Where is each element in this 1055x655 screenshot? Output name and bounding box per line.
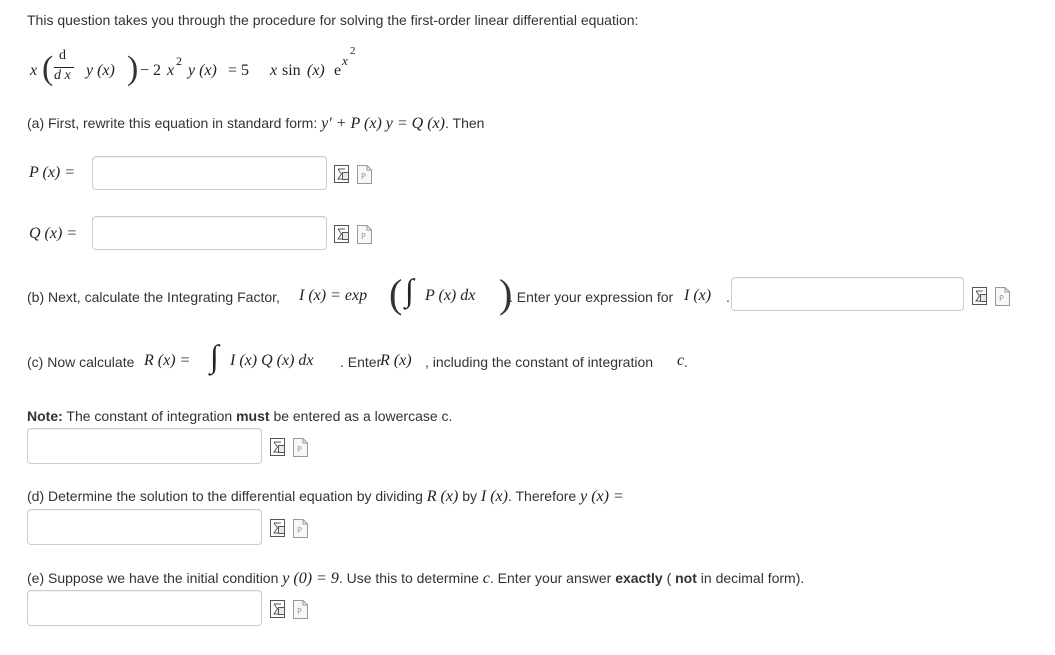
part-b-dot: .: [726, 289, 730, 305]
note-text2: be entered as a lowercase c.: [273, 408, 453, 424]
part-c-rx-eq: R (x) =: [144, 352, 191, 369]
eq-y-of-x: y (x): [86, 62, 115, 79]
equation-editor-icon[interactable]: [270, 519, 286, 538]
part-b-line: (b) Next, calculate the Integrating Fact…: [27, 270, 737, 320]
svg-text:P: P: [297, 526, 302, 535]
eq-d-bottom: d x: [54, 68, 71, 83]
part-a-then: . Then: [444, 115, 485, 131]
part-e-use: . Use this to determine: [338, 570, 479, 586]
eq-paren-open: (: [42, 50, 54, 87]
part-c-dot: .: [684, 354, 688, 370]
part-c-rx: R (x): [380, 352, 412, 369]
svg-text:P: P: [297, 607, 302, 616]
equation-editor-icon[interactable]: [270, 438, 286, 457]
part-c-line: (c) Now calculate R (x) = ∫ I (x) Q (x) …: [27, 336, 707, 386]
svg-text:P: P: [361, 232, 366, 241]
p-input[interactable]: [92, 156, 327, 190]
equation-editor-icon[interactable]: [334, 165, 350, 184]
part-a-text: (a) First, rewrite this equation in stan…: [27, 115, 318, 131]
q-label: Q (x) =: [29, 225, 78, 242]
eq-e: e: [334, 62, 342, 79]
part-d-rx: R (x): [426, 488, 459, 505]
q-input[interactable]: [92, 216, 327, 250]
part-b-px-dx: P (x) dx: [425, 287, 476, 304]
p-label: P (x) =: [29, 164, 76, 181]
part-c-integrand: I (x) Q (x) dx: [230, 352, 314, 369]
rx-input[interactable]: [27, 428, 262, 464]
part-e-paren-close: in decimal form).: [700, 570, 805, 586]
part-e-line: (e) Suppose we have the initial conditio…: [27, 570, 804, 588]
eq-exp-2: 2: [350, 45, 356, 57]
part-c-enter: . Enter: [340, 354, 382, 370]
note-label: Note:: [27, 408, 63, 424]
part-e-enter: . Enter your answer: [489, 570, 612, 586]
eq-rhs-5: = 5: [228, 62, 250, 79]
part-b-ifactor: I (x) = exp: [299, 287, 368, 304]
part-b-text: (b) Next, calculate the Integrating Fact…: [27, 289, 280, 305]
part-e-not: not: [675, 570, 697, 586]
note-must: must: [236, 408, 270, 424]
svg-text:P: P: [361, 172, 366, 181]
ix-input[interactable]: [731, 277, 964, 311]
part-c-integral: ∫: [210, 338, 219, 374]
eq-sup2: 2: [176, 54, 182, 68]
eq-sin: sin: [282, 62, 301, 79]
part-d-ix: I (x): [480, 488, 508, 505]
eq-x: x: [30, 62, 38, 79]
equation-editor-icon[interactable]: [270, 600, 286, 619]
part-b-ix: I (x): [684, 287, 712, 304]
part-d-by: by: [462, 488, 477, 504]
part-e-cond: y (0) = 9: [282, 570, 339, 587]
part-e-paren-open: (: [666, 570, 672, 586]
equation-editor-icon[interactable]: [334, 225, 350, 244]
preview-icon[interactable]: P: [293, 600, 309, 619]
standard-form: y′ + P (x) y = Q (x): [321, 115, 445, 132]
part-c-text: (c) Now calculate: [27, 354, 135, 370]
intro-text: This question takes you through the proc…: [27, 12, 639, 28]
svg-text:P: P: [297, 445, 302, 454]
eq-minus-2: − 2: [140, 62, 162, 79]
part-d-line: (d) Determine the solution to the differ…: [27, 488, 624, 506]
yx-input[interactable]: [27, 509, 262, 545]
note-text1: The constant of integration: [66, 408, 233, 424]
part-c-including: , including the constant of integration: [425, 354, 654, 370]
eq-paren-close: ): [127, 50, 139, 87]
equation-editor-icon[interactable]: [972, 287, 988, 306]
part-d-text: (d) Determine the solution to the differ…: [27, 488, 423, 504]
part-e-text: (e) Suppose we have the initial conditio…: [27, 570, 279, 586]
part-e-exactly: exactly: [615, 570, 663, 586]
preview-icon[interactable]: P: [357, 165, 373, 184]
eq-x2: x: [167, 62, 175, 79]
eq-exp-x: x: [342, 53, 348, 68]
note-line: Note: The constant of integration must b…: [27, 408, 452, 424]
part-b-enter: . Enter your expression for: [509, 289, 674, 305]
preview-icon[interactable]: P: [995, 287, 1011, 306]
eq-y-of-x-2: y (x): [188, 62, 217, 79]
part-b-paren-open: (: [389, 271, 403, 316]
part-e-c: c: [482, 570, 490, 587]
eq-d-top: d: [59, 48, 66, 63]
eq-x-rhs: x: [270, 62, 278, 79]
part-a-line: (a) First, rewrite this equation in stan…: [27, 115, 484, 133]
part-b-integral: ∫: [405, 272, 414, 308]
part-d-therefore: . Therefore: [507, 488, 577, 504]
preview-icon[interactable]: P: [293, 519, 309, 538]
eq-arg: (x): [307, 62, 325, 79]
preview-icon[interactable]: P: [293, 438, 309, 457]
preview-icon[interactable]: P: [357, 225, 373, 244]
svg-text:P: P: [999, 294, 1004, 303]
part-d-yx: y (x) =: [580, 488, 624, 505]
c-input[interactable]: [27, 590, 262, 626]
